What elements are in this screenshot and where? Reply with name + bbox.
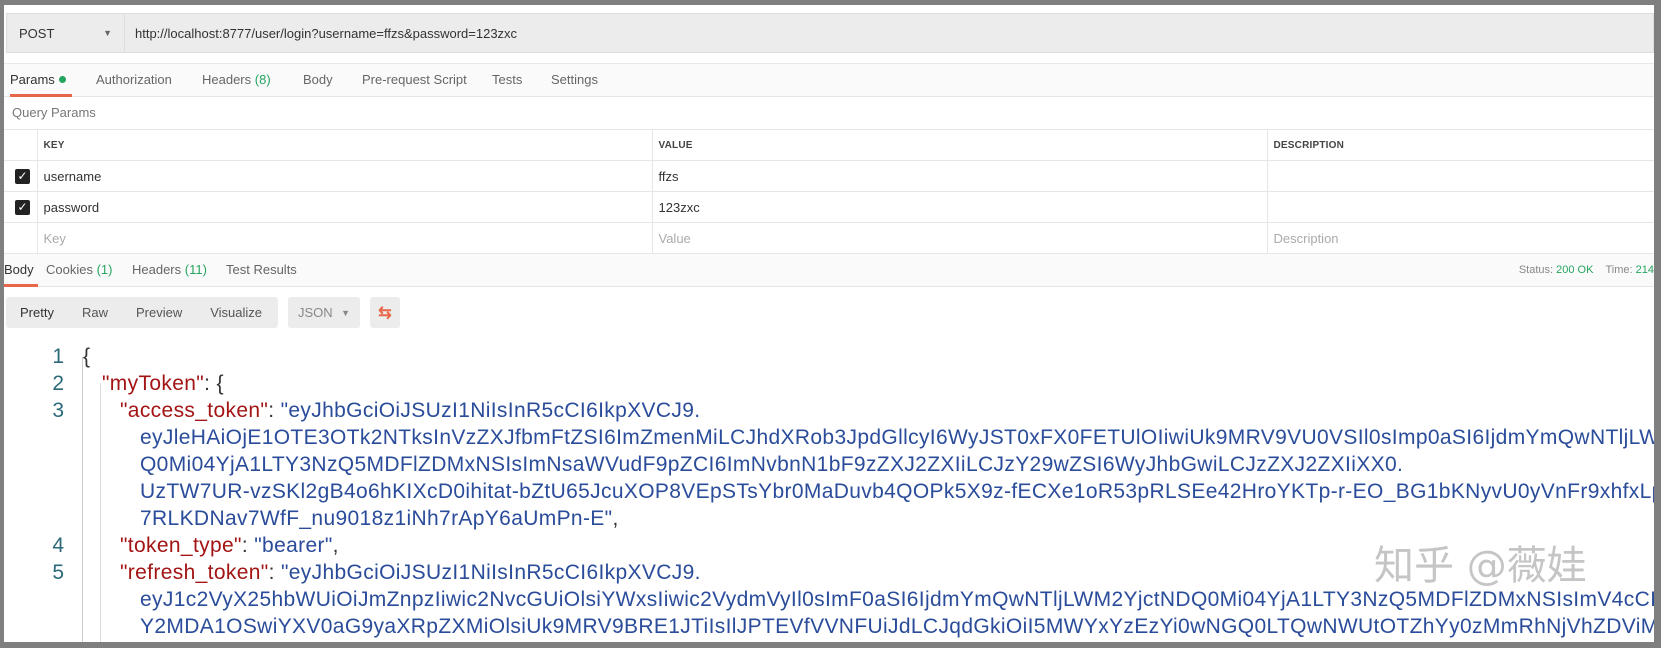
code-line: "refresh_token": "eyJhbGciOiJSUzI1NiIsIn… (120, 561, 701, 584)
table-row: ✓ password 123zxc (4, 191, 1654, 223)
chevron-down-icon: ▼ (341, 307, 350, 318)
checkbox-checked[interactable]: ✓ (15, 199, 30, 215)
query-params-title: Query Params (12, 105, 96, 120)
line-number: 1 (52, 345, 64, 368)
table-row: ✓ username ffzs (4, 160, 1654, 192)
method-label: POST (19, 25, 55, 41)
tab-params[interactable]: Params (10, 64, 72, 97)
code-line: UzTW7UR-vzSKl2gB4o6hKIXcD0ihitat-bZtU65J… (140, 480, 1654, 503)
new-key-input[interactable]: Key (36, 222, 652, 254)
request-bar: POST ▼ http://localhost:8777/user/login?u… (6, 13, 1654, 53)
response-status: Status: 200 OK Time: 214 (1518, 264, 1654, 276)
line-number: 5 (52, 561, 64, 584)
checkbox-checked[interactable]: ✓ (15, 168, 30, 184)
column-key: KEY (36, 129, 652, 161)
param-value[interactable]: ffzs (651, 160, 1267, 192)
param-description[interactable] (1266, 191, 1654, 223)
view-pretty-button[interactable]: Pretty (6, 305, 68, 320)
view-preview-button[interactable]: Preview (122, 305, 196, 320)
url-input[interactable]: http://localhost:8777/user/login?usernam… (125, 14, 517, 52)
line-number: 3 (52, 399, 64, 422)
postman-window: POST ▼ http://localhost:8777/user/login?u… (4, 5, 1654, 642)
wrap-lines-icon[interactable]: ⇆ (370, 297, 400, 328)
new-description-input[interactable]: Description (1266, 222, 1654, 254)
indent-guide (82, 357, 83, 642)
column-description: DESCRIPTION (1266, 129, 1654, 161)
code-line: Q0Mi04YjA1LTY3NzQ5MDFlZDMxNSIsImNsaWVudF… (140, 453, 1404, 476)
param-key[interactable]: password (36, 191, 652, 223)
watermark: 知乎 @薇娃 (1374, 543, 1587, 589)
table-row-new: Key Value Description (4, 222, 1654, 254)
view-visualize-button[interactable]: Visualize (196, 305, 276, 320)
new-value-input[interactable]: Value (651, 222, 1267, 254)
line-number: 2 (52, 372, 64, 395)
param-description[interactable] (1266, 160, 1654, 192)
tab-settings[interactable]: Settings (551, 64, 598, 97)
params-indicator-icon (58, 76, 66, 83)
tab-pre-request-script[interactable]: Pre-request Script (362, 64, 467, 97)
code-line: eyJleHAiOjE1OTE3OTk2NTksInVzZXJfbmFtZSI6… (140, 426, 1654, 449)
tab-tests[interactable]: Tests (492, 64, 522, 97)
table-header: KEY VALUE DESCRIPTION (4, 129, 1654, 161)
code-line: "myToken": { (102, 372, 224, 395)
tab-cookies[interactable]: Cookies (1) (46, 254, 112, 287)
tab-test-results[interactable]: Test Results (226, 254, 297, 287)
method-select[interactable]: POST ▼ (7, 14, 125, 52)
view-raw-button[interactable]: Raw (68, 305, 122, 320)
tab-headers[interactable]: Headers (8) (202, 64, 271, 97)
response-tabs: Body Cookies (1) Headers (11) Test Resul… (4, 254, 1654, 287)
param-value[interactable]: 123zxc (651, 191, 1267, 223)
code-line: "token_type": "bearer", (120, 534, 339, 557)
format-select[interactable]: JSON ▼ (288, 297, 360, 328)
response-toolbar: Pretty Raw Preview Visualize JSON ▼ ⇆ (6, 297, 400, 328)
tab-body[interactable]: Body (303, 64, 333, 97)
param-key[interactable]: username (36, 160, 652, 192)
tab-authorization[interactable]: Authorization (96, 64, 172, 97)
line-number: 4 (52, 534, 64, 557)
tab-response-headers[interactable]: Headers (11) (132, 254, 207, 287)
code-line: "access_token": "eyJhbGciOiJSUzI1NiIsInR… (120, 399, 701, 422)
column-value: VALUE (651, 129, 1267, 161)
view-mode-group: Pretty Raw Preview Visualize (6, 297, 278, 328)
code-line: 7RLKDNav7WfF_nu9018z1iNh7rApY6aUmPn-E", (140, 507, 619, 530)
chevron-down-icon: ▼ (103, 28, 112, 38)
indent-guide (100, 383, 101, 642)
code-line: { (83, 345, 91, 368)
tab-response-body[interactable]: Body (4, 254, 38, 287)
query-params-table: KEY VALUE DESCRIPTION ✓ username ffzs ✓ passw… (4, 129, 1654, 254)
code-line: Y2MDA1OSwiYXV0aG9yaXRpZXMiOlsiUk9MRV9BRE… (140, 615, 1654, 638)
request-tabs: Params Authorization Headers (8) Body Pr… (4, 63, 1654, 97)
